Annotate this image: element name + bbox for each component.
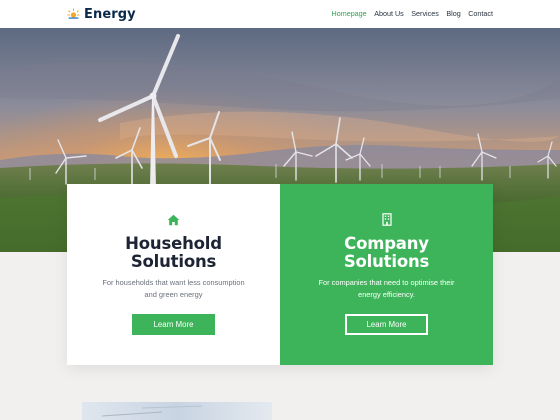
solutions-cards: Household Solutions For households that …	[67, 184, 493, 365]
household-description: For households that want less consumptio…	[90, 277, 257, 300]
company-card: Company Solutions For companies that nee…	[280, 184, 493, 365]
nav-item-about-us[interactable]: About Us	[374, 9, 404, 18]
main-nav: Homepage About Us Services Blog Contact	[324, 9, 493, 18]
household-learn-more-button[interactable]: Learn More	[132, 314, 215, 335]
sun-icon	[67, 8, 80, 20]
household-desc-line2: and green energy	[144, 289, 203, 299]
company-desc-line2: energy efficiency.	[358, 289, 415, 299]
brand-name: Energy	[84, 6, 136, 22]
building-icon	[381, 213, 392, 231]
company-description: For companies that need to optimise thei…	[303, 277, 470, 300]
company-title: Company Solutions	[280, 235, 493, 270]
site-header: Energy Homepage About Us Services Blog C…	[0, 0, 560, 28]
nav-item-blog[interactable]: Blog	[446, 9, 460, 18]
household-title: Household Solutions	[67, 235, 280, 270]
company-learn-more-button[interactable]: Learn More	[345, 314, 428, 335]
household-title-line1: Household	[125, 234, 222, 253]
nav-item-contact[interactable]: Contact	[468, 9, 493, 18]
household-desc-line1: For households that want less consumptio…	[102, 278, 245, 287]
company-title-line2: Solutions	[343, 251, 430, 271]
nav-item-homepage[interactable]: Homepage	[332, 9, 367, 18]
company-title-line1: Company	[344, 234, 429, 253]
house-icon	[167, 213, 180, 231]
household-card: Household Solutions For households that …	[67, 184, 280, 365]
nav-item-services[interactable]: Services	[411, 9, 439, 18]
logo[interactable]: Energy	[67, 6, 136, 22]
next-section-image	[82, 402, 272, 420]
company-desc-line1: For companies that need to optimise thei…	[318, 278, 455, 287]
household-title-line2: Solutions	[130, 251, 217, 271]
